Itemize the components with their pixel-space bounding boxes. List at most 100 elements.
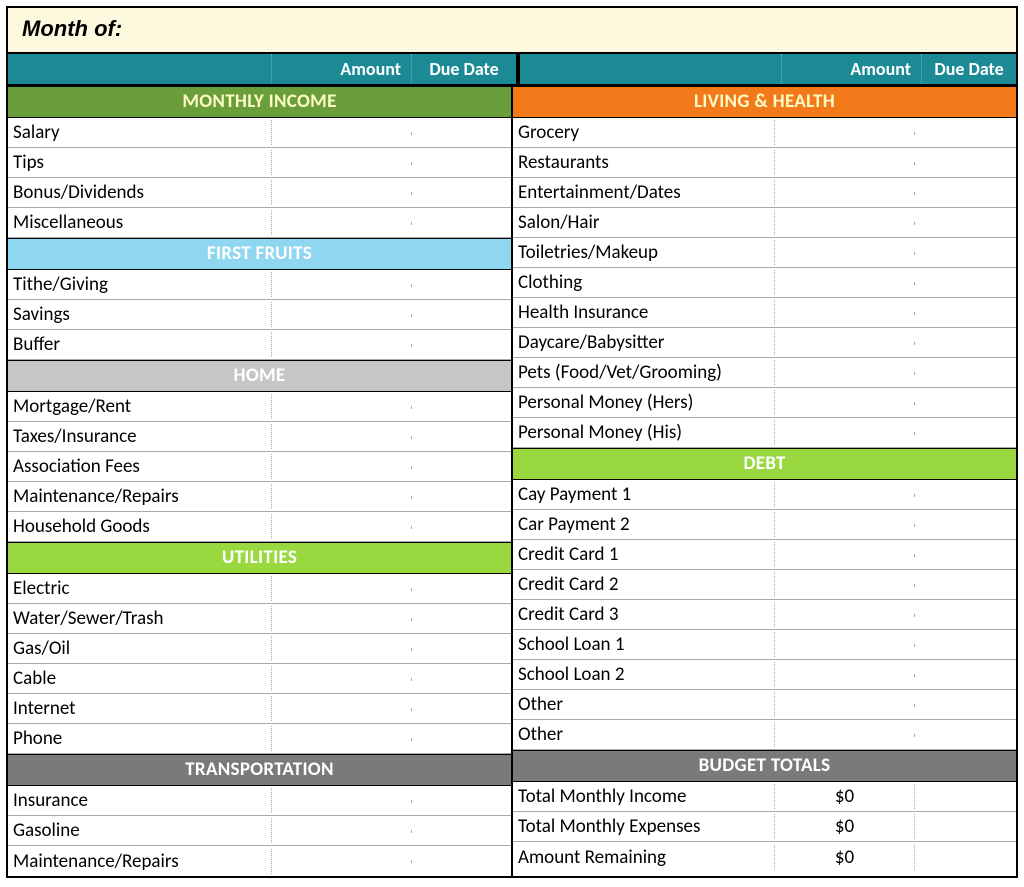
- amount-cell[interactable]: [775, 644, 915, 646]
- amount-cell[interactable]: [272, 738, 412, 740]
- due-date-cell[interactable]: [915, 282, 1016, 284]
- amount-cell[interactable]: [272, 618, 412, 620]
- amount-cell[interactable]: [775, 162, 915, 164]
- amount-cell[interactable]: [272, 314, 412, 316]
- due-date-cell[interactable]: [412, 344, 511, 346]
- due-date-cell[interactable]: [412, 678, 511, 680]
- due-date-cell[interactable]: [412, 830, 511, 832]
- due-date-cell[interactable]: [412, 132, 511, 134]
- amount-cell[interactable]: [775, 734, 915, 736]
- due-date-cell[interactable]: [412, 466, 511, 468]
- amount-cell[interactable]: [775, 524, 915, 526]
- amount-cell[interactable]: [775, 132, 915, 134]
- due-date-cell[interactable]: [412, 192, 511, 194]
- section-header: DEBT: [513, 448, 1016, 480]
- amount-cell[interactable]: [272, 466, 412, 468]
- amount-cell[interactable]: [775, 312, 915, 314]
- due-date-cell[interactable]: [915, 494, 1016, 496]
- amount-cell[interactable]: [775, 252, 915, 254]
- due-date-cell[interactable]: [412, 648, 511, 650]
- amount-cell[interactable]: [272, 344, 412, 346]
- due-date-cell[interactable]: [915, 614, 1016, 616]
- amount-cell[interactable]: [272, 162, 412, 164]
- due-date-cell[interactable]: [915, 192, 1016, 194]
- amount-cell[interactable]: [272, 496, 412, 498]
- due-date-cell[interactable]: [915, 402, 1016, 404]
- row-label: Restaurants: [513, 150, 775, 175]
- section-header: HOME: [8, 360, 511, 392]
- amount-cell[interactable]: [272, 132, 412, 134]
- amount-cell[interactable]: [775, 192, 915, 194]
- due-date-cell[interactable]: [915, 342, 1016, 344]
- amount-cell[interactable]: [272, 192, 412, 194]
- due-date-cell[interactable]: [412, 618, 511, 620]
- amount-cell[interactable]: [272, 648, 412, 650]
- amount-cell[interactable]: [272, 588, 412, 590]
- due-date-cell[interactable]: [412, 496, 511, 498]
- due-date-cell[interactable]: [412, 314, 511, 316]
- totals-value: $0: [775, 814, 915, 839]
- table-row: Daycare/Babysitter: [513, 328, 1016, 358]
- amount-cell[interactable]: [775, 554, 915, 556]
- amount-cell[interactable]: [775, 614, 915, 616]
- amount-cell[interactable]: [775, 402, 915, 404]
- due-date-cell[interactable]: [412, 162, 511, 164]
- due-date-cell[interactable]: [412, 406, 511, 408]
- due-date-cell[interactable]: [915, 674, 1016, 676]
- due-date-cell[interactable]: [915, 432, 1016, 434]
- due-date-cell[interactable]: [915, 252, 1016, 254]
- amount-cell[interactable]: [272, 678, 412, 680]
- amount-cell[interactable]: [775, 372, 915, 374]
- table-row: Gasoline: [8, 816, 511, 846]
- section-header-totals: BUDGET TOTALS: [513, 750, 1016, 782]
- due-date-cell[interactable]: [915, 162, 1016, 164]
- due-date-cell[interactable]: [412, 436, 511, 438]
- amount-cell[interactable]: [775, 704, 915, 706]
- table-row: Credit Card 3: [513, 600, 1016, 630]
- amount-cell[interactable]: [272, 284, 412, 286]
- amount-cell[interactable]: [775, 222, 915, 224]
- amount-cell[interactable]: [775, 432, 915, 434]
- totals-blank: [915, 856, 1016, 858]
- table-row: Health Insurance: [513, 298, 1016, 328]
- column-headers: Amount Due Date Amount Due Date: [8, 54, 1016, 86]
- due-date-cell[interactable]: [915, 222, 1016, 224]
- amount-cell[interactable]: [775, 342, 915, 344]
- due-date-cell[interactable]: [915, 704, 1016, 706]
- table-row: Tithe/Giving: [8, 270, 511, 300]
- due-date-cell[interactable]: [915, 132, 1016, 134]
- amount-cell[interactable]: [272, 708, 412, 710]
- amount-cell[interactable]: [272, 830, 412, 832]
- due-date-cell[interactable]: [412, 708, 511, 710]
- title-bar: Month of:: [8, 8, 1016, 54]
- due-date-cell[interactable]: [915, 584, 1016, 586]
- row-label: Bonus/Dividends: [8, 180, 272, 205]
- totals-value: $0: [775, 784, 915, 809]
- due-date-cell[interactable]: [915, 644, 1016, 646]
- amount-cell[interactable]: [272, 222, 412, 224]
- amount-cell[interactable]: [272, 800, 412, 802]
- amount-cell[interactable]: [775, 584, 915, 586]
- due-date-cell[interactable]: [412, 284, 511, 286]
- due-date-cell[interactable]: [915, 554, 1016, 556]
- due-date-cell[interactable]: [412, 588, 511, 590]
- due-date-cell[interactable]: [915, 312, 1016, 314]
- row-label: Water/Sewer/Trash: [8, 606, 272, 631]
- amount-cell[interactable]: [272, 406, 412, 408]
- due-date-cell[interactable]: [915, 372, 1016, 374]
- due-date-cell[interactable]: [412, 526, 511, 528]
- amount-cell[interactable]: [775, 282, 915, 284]
- due-date-cell[interactable]: [915, 734, 1016, 736]
- totals-label: Total Monthly Expenses: [513, 814, 775, 839]
- amount-cell[interactable]: [272, 436, 412, 438]
- amount-cell[interactable]: [775, 494, 915, 496]
- due-date-cell[interactable]: [412, 800, 511, 802]
- amount-cell[interactable]: [775, 674, 915, 676]
- due-date-cell[interactable]: [412, 222, 511, 224]
- amount-cell[interactable]: [272, 860, 412, 862]
- due-date-cell[interactable]: [412, 860, 511, 862]
- amount-cell[interactable]: [272, 526, 412, 528]
- due-date-cell[interactable]: [915, 524, 1016, 526]
- table-row: Credit Card 1: [513, 540, 1016, 570]
- due-date-cell[interactable]: [412, 738, 511, 740]
